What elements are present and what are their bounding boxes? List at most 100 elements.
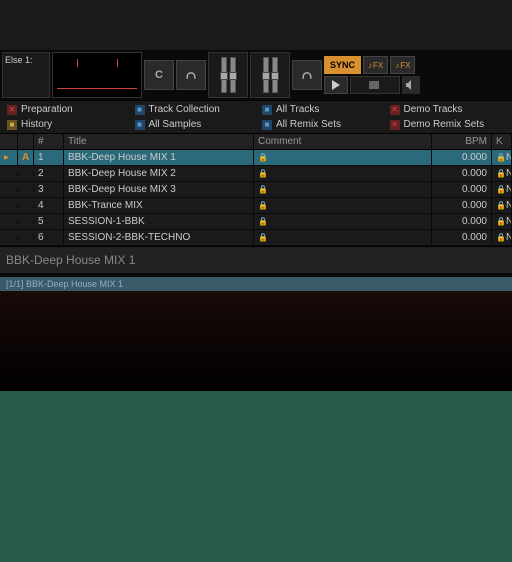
app-viewport: Else 1: C SYNC ♪FX ♪FX ✕Pr [0, 50, 512, 562]
row-key: 🔒N [492, 214, 512, 229]
headphones-icon [185, 69, 197, 81]
row-comment: 🔒 [254, 166, 432, 181]
row-play-indicator [0, 172, 18, 176]
favorite-label: All Samples [149, 119, 202, 130]
favorite-folder-icon: ✕ [390, 105, 400, 115]
bottom-area [0, 291, 512, 391]
column-bpm[interactable]: BPM [432, 134, 492, 149]
row-key: 🔒N [492, 198, 512, 213]
row-title: SESSION-1-BBK [64, 214, 254, 229]
column-number[interactable]: # [34, 134, 64, 149]
table-row[interactable]: 5SESSION-1-BBK🔒0.000🔒N [0, 214, 512, 230]
column-key[interactable]: K [492, 134, 512, 149]
row-number: 3 [34, 182, 64, 197]
row-bpm: 0.000 [432, 166, 492, 181]
favorite-item[interactable]: ■Track Collection [129, 102, 257, 117]
speaker-icon [405, 79, 417, 91]
row-deck-letter [18, 172, 34, 176]
row-comment: 🔒 [254, 230, 432, 245]
headphones-button[interactable] [176, 60, 206, 90]
favorite-item[interactable]: ■All Remix Sets [256, 117, 384, 132]
favorite-item[interactable]: ■ All Tracks [256, 102, 384, 117]
row-number: 5 [34, 214, 64, 229]
favorite-item[interactable]: ✕Preparation [1, 102, 129, 117]
play-icon [330, 79, 342, 91]
row-bpm: 0.000 [432, 182, 492, 197]
mixer-header: Else 1: C SYNC ♪FX ♪FX [0, 50, 512, 100]
column-deck[interactable] [18, 134, 34, 149]
fx-button-1[interactable]: ♪FX [363, 56, 388, 74]
headphones-button-2[interactable] [292, 60, 322, 90]
table-row[interactable]: 2BBK-Deep House MIX 2 🔒 0.000🔒N [0, 166, 512, 182]
crossfader[interactable] [350, 76, 400, 94]
row-title: BBK-Deep House MIX 2 [64, 166, 254, 181]
row-number: 2 [34, 166, 64, 181]
favorite-label: All Tracks [276, 104, 319, 115]
row-title: BBK-Trance MIX [64, 198, 254, 213]
table-row[interactable]: 6SESSION-2-BBK-TECHNO🔒0.000🔒N [0, 230, 512, 246]
column-comment[interactable]: Comment [254, 134, 432, 149]
row-number: 4 [34, 198, 64, 213]
favorite-folder-icon: ■ [262, 105, 272, 115]
row-deck-letter [18, 236, 34, 240]
play-button[interactable] [324, 76, 348, 94]
favorite-label: Demo Remix Sets [404, 119, 485, 130]
favorite-label: Preparation [21, 104, 73, 115]
favorite-item[interactable]: ■ History [1, 117, 129, 132]
row-comment: 🔒 [254, 150, 432, 165]
row-bpm: 0.000 [432, 150, 492, 165]
favorite-item[interactable]: ✕ Demo Remix Sets [384, 117, 512, 132]
row-title: BBK-Deep House MIX 1 [64, 150, 254, 165]
column-title[interactable]: Title [64, 134, 254, 149]
favorite-folder-icon: ■ [7, 120, 17, 130]
fx-button-2[interactable]: ♪FX [390, 56, 415, 74]
row-key: 🔒N [492, 166, 512, 181]
fader[interactable] [230, 57, 236, 93]
favorites-bar: ✕Preparation■Track Collection■All Tracks… [0, 100, 512, 134]
favorite-folder-icon: ■ [135, 105, 145, 115]
row-key: 🔒N [492, 182, 512, 197]
row-deck-letter [18, 220, 34, 224]
column-play[interactable] [0, 134, 18, 149]
lock-icon: 🔒 [258, 169, 268, 178]
favorite-item[interactable]: ■All Samples [129, 117, 257, 132]
deck-else-indicator: Else 1: [2, 52, 50, 98]
table-body: ▸A1BBK-Deep House MIX 1🔒0.000🔒N2BBK-Deep… [0, 150, 512, 246]
c-button[interactable]: C [144, 60, 174, 90]
track-table: # Title Comment BPM K ▸A1BBK-Deep House … [0, 134, 512, 246]
lock-icon: 🔒 [258, 233, 268, 242]
else-label: Else 1: [5, 55, 33, 65]
row-comment: 🔒 [254, 198, 432, 213]
row-comment: 🔒 [254, 214, 432, 229]
lock-icon: 🔒 [258, 201, 268, 210]
row-bpm: 0.000 [432, 214, 492, 229]
row-comment: 🔒 [254, 182, 432, 197]
fader[interactable] [272, 57, 278, 93]
row-play-indicator [0, 204, 18, 208]
detail-title: BBK-Deep House MIX 1 [6, 253, 506, 267]
row-bpm: 0.000 [432, 230, 492, 245]
favorite-folder-icon: ✕ [390, 120, 400, 130]
headphones-icon [301, 69, 313, 81]
table-row[interactable]: ▸A1BBK-Deep House MIX 1🔒0.000🔒N [0, 150, 512, 166]
waveform-mini[interactable] [52, 52, 142, 98]
row-key: 🔒N [492, 150, 512, 165]
row-number: 1 [34, 150, 64, 165]
row-title: SESSION-2-BBK-TECHNO [64, 230, 254, 245]
lock-icon: 🔒 [258, 153, 268, 162]
sync-button[interactable]: SYNC [324, 56, 361, 74]
row-play-indicator: ▸ [0, 150, 18, 165]
speaker-button[interactable] [402, 76, 420, 94]
detail-subtitle: [1/1] BBK-Deep House MIX 1 [0, 277, 512, 291]
mixer-faders-right[interactable] [250, 52, 290, 98]
mixer-faders-left[interactable] [208, 52, 248, 98]
favorite-folder-icon: ■ [262, 120, 272, 130]
table-row[interactable]: 4BBK-Trance MIX🔒0.000🔒N [0, 198, 512, 214]
row-key: 🔒N [492, 230, 512, 245]
table-row[interactable]: 3BBK-Deep House MIX 3🔒0.000🔒N [0, 182, 512, 198]
fader[interactable] [263, 57, 269, 93]
favorite-item[interactable]: ✕Demo Tracks [384, 102, 512, 117]
favorite-label: History [21, 119, 52, 130]
fader[interactable] [221, 57, 227, 93]
row-play-indicator [0, 188, 18, 192]
